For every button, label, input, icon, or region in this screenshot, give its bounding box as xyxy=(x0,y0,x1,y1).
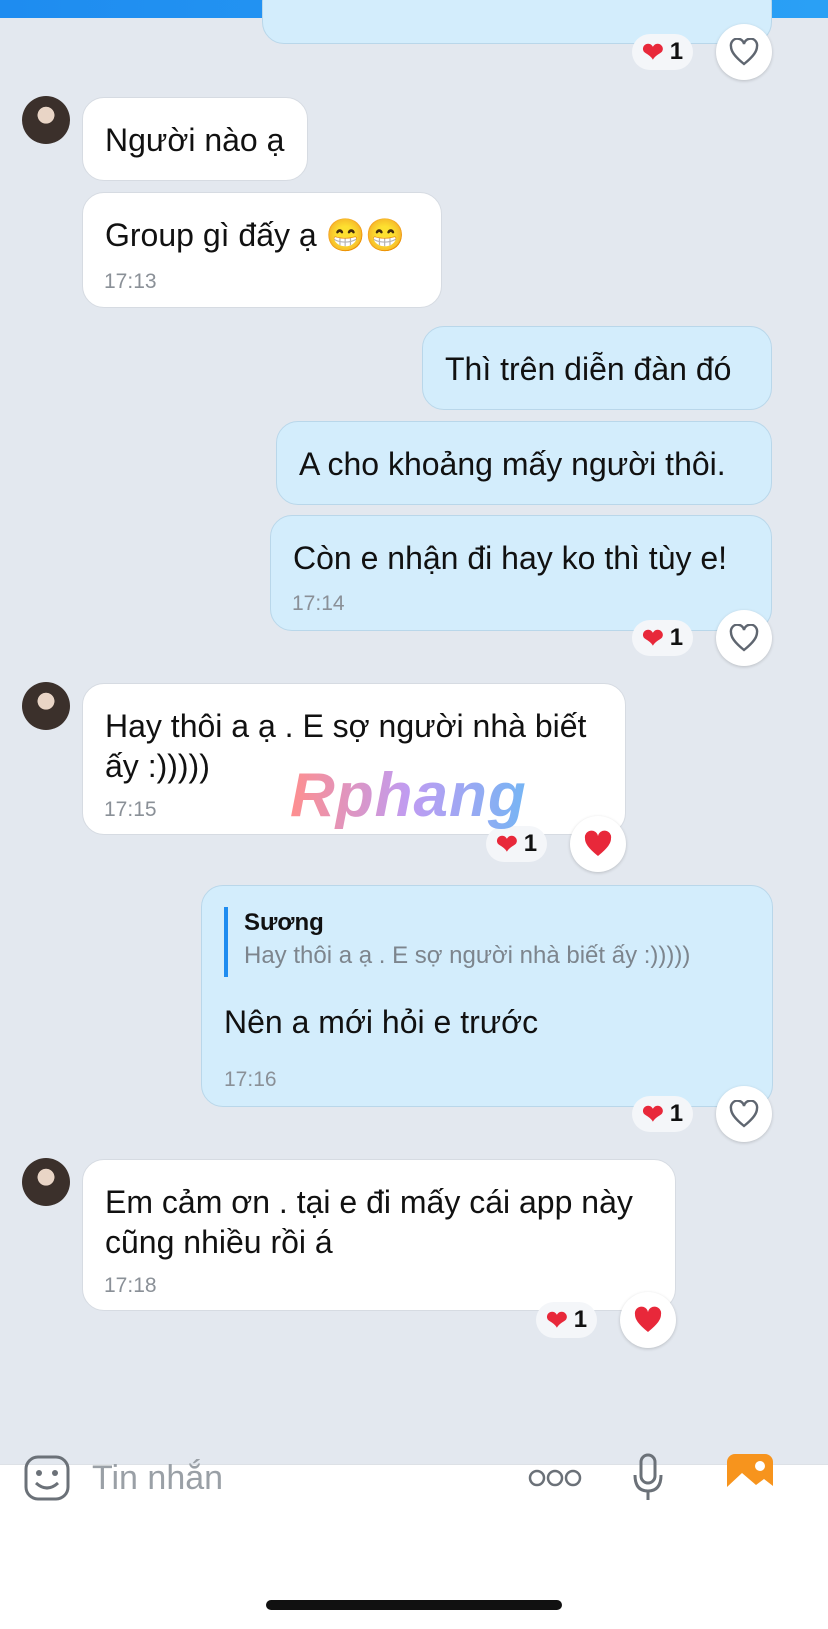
heart-icon: ❤ xyxy=(642,1098,664,1129)
reaction-count-label: 1 xyxy=(669,38,684,65)
react-button-top[interactable] xyxy=(716,24,772,80)
heart-outline-icon xyxy=(729,38,759,66)
sticker-icon[interactable] xyxy=(24,1455,70,1501)
message-time: 17:13 xyxy=(104,270,157,293)
reaction-count[interactable]: ❤ 1 xyxy=(536,1302,598,1338)
message-text: Nên a mới hỏi e trước xyxy=(224,1004,539,1040)
avatar[interactable] xyxy=(22,96,70,144)
heart-icon: ❤ xyxy=(642,622,664,653)
reaction-count-label: 1 xyxy=(523,830,538,857)
reaction-count[interactable]: ❤ 1 xyxy=(486,826,548,862)
heart-outline-icon xyxy=(729,1100,759,1128)
message-time: 17:18 xyxy=(104,1274,157,1297)
react-button[interactable] xyxy=(620,1292,676,1348)
heart-icon: ❤ xyxy=(546,1304,568,1335)
message-bubble[interactable]: Thì trên diễn đàn đó xyxy=(422,326,772,410)
message-bubble[interactable]: Người nào ạ xyxy=(82,97,308,181)
react-button[interactable] xyxy=(716,610,772,666)
message-input[interactable]: Tin nhắn xyxy=(92,1455,492,1501)
reaction-count-top[interactable]: ❤ 1 xyxy=(632,34,694,70)
reaction-count[interactable]: ❤ 1 xyxy=(632,1096,694,1132)
heart-outline-icon xyxy=(729,624,759,652)
avatar[interactable] xyxy=(22,682,70,730)
watermark-logo: Rphang xyxy=(290,761,527,830)
react-button[interactable] xyxy=(570,816,626,872)
heart-icon: ❤ xyxy=(642,36,664,67)
message-text: Người nào ạ xyxy=(105,122,285,158)
message-text: Còn e nhận đi hay ko thì tùy e! xyxy=(293,540,728,576)
quote-author: Sương xyxy=(244,909,324,936)
heart-icon: ❤ xyxy=(496,828,518,859)
reaction-count-label: 1 xyxy=(669,1100,684,1127)
message-time: 17:15 xyxy=(104,798,157,821)
more-icon[interactable] xyxy=(528,1469,582,1487)
message-text: Thì trên diễn đàn đó xyxy=(445,351,732,387)
message-text: A cho khoảng mấy người thôi. xyxy=(299,446,726,482)
quote-text: Hay thôi a ạ . E sợ người nhà biết ấy :)… xyxy=(244,942,691,969)
message-bubble[interactable]: Em cảm ơn . tại e đi mấy cái app này cũn… xyxy=(82,1159,676,1311)
home-indicator xyxy=(266,1600,562,1610)
reaction-count-label: 1 xyxy=(669,624,684,651)
reaction-count-label: 1 xyxy=(573,1306,588,1333)
reply-quote[interactable]: Sương Hay thôi a ạ . E sợ người nhà biết… xyxy=(224,907,754,977)
avatar[interactable] xyxy=(22,1158,70,1206)
heart-filled-icon xyxy=(584,830,612,856)
message-bubble[interactable]: A cho khoảng mấy người thôi. xyxy=(276,421,772,505)
image-icon[interactable] xyxy=(726,1453,774,1499)
message-bubble[interactable]: Còn e nhận đi hay ko thì tùy e! xyxy=(270,515,772,631)
react-button[interactable] xyxy=(716,1086,772,1142)
reaction-count[interactable]: ❤ 1 xyxy=(632,620,694,656)
heart-filled-icon xyxy=(634,1306,662,1332)
message-time: 17:16 xyxy=(224,1068,277,1091)
microphone-icon[interactable] xyxy=(632,1453,664,1503)
message-text: Em cảm ơn . tại e đi mấy cái app này cũn… xyxy=(105,1184,633,1260)
message-bubble-partial[interactable] xyxy=(262,0,772,44)
message-text: Group gì đấy ạ 😁😁 xyxy=(105,217,406,253)
message-time: 17:14 xyxy=(292,592,345,615)
